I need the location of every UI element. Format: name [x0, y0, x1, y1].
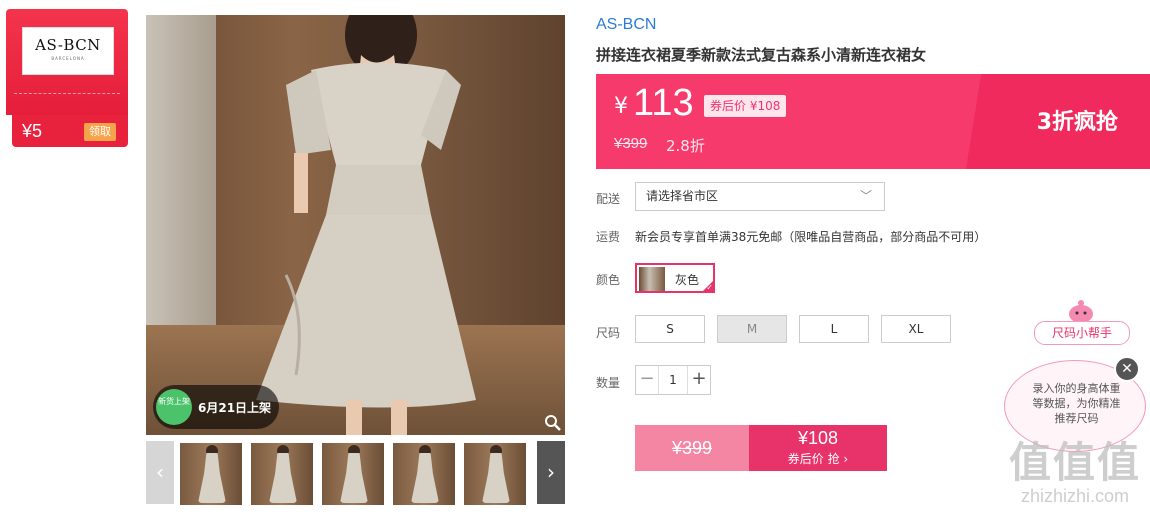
main-product-image[interactable]: 新货上架 6月21日上架: [146, 15, 565, 435]
coupon-amount: ¥5: [22, 121, 43, 141]
color-label: 颜色: [596, 273, 621, 287]
size-option-m[interactable]: M: [717, 315, 787, 343]
new-arrival-badge: 新货上架 6月21日上架: [153, 385, 279, 429]
quantity-increase-button[interactable]: +: [687, 366, 710, 394]
watermark-url: zhizhizhi.com: [1020, 486, 1130, 506]
color-option-label: 灰色: [675, 273, 700, 287]
coupon-card[interactable]: AS-BCN BARCELONA ¥5 领取: [6, 9, 128, 147]
site-watermark: 值值值 zhizhizhi.com: [1000, 440, 1150, 525]
coupon-divider: [14, 93, 120, 94]
mascot-icon: [1069, 300, 1093, 323]
discount-rate: 2.8折: [666, 137, 705, 155]
quantity-label: 数量: [596, 376, 621, 390]
buy-original-price: ¥399: [635, 425, 749, 471]
checkmark-icon: ✓: [706, 283, 713, 292]
close-icon[interactable]: ✕: [1114, 356, 1140, 382]
coupon-claim-button[interactable]: 领取: [84, 123, 116, 141]
thumbnail-item[interactable]: [322, 443, 384, 505]
color-option-gray[interactable]: 灰色 ✓: [635, 263, 715, 293]
buy-coupon-price[interactable]: ¥108 券后价 抢 ›: [749, 425, 887, 471]
shipping-label: 运费: [596, 230, 621, 244]
size-option-l[interactable]: L: [799, 315, 869, 343]
coupon-header: AS-BCN BARCELONA: [6, 9, 128, 115]
shipping-info: 新会员专享首单满38元免邮（限唯品自营商品，部分商品不可用）: [635, 230, 987, 244]
brand-logo-subtext: BARCELONA: [51, 56, 85, 61]
color-swatch-image: [639, 267, 665, 291]
chevron-down-icon: ﹀: [859, 189, 872, 203]
thumbnail-dress: [198, 453, 226, 503]
thumbnail-item[interactable]: [464, 443, 526, 505]
thumbnail-dress: [269, 453, 297, 503]
quantity-stepper: − 1 +: [635, 365, 711, 395]
arrival-date: 6月21日上架: [198, 401, 272, 415]
delivery-select-value: 请选择省市区: [646, 189, 719, 203]
thumbnail-prev-button[interactable]: ‹: [146, 441, 174, 504]
delivery-region-select[interactable]: 请选择省市区 ﹀: [635, 182, 885, 211]
thumbnail-dress: [340, 453, 368, 503]
thumbnail-dress: [411, 453, 439, 503]
model-dress-illustration: [256, 15, 476, 435]
size-option-xl[interactable]: XL: [881, 315, 951, 343]
currency-symbol: ¥: [614, 94, 628, 119]
buy-button[interactable]: ¥399 ¥108 券后价 抢 ›: [635, 425, 887, 471]
brand-logo-text: AS-BCN: [35, 36, 101, 54]
after-coupon-price-tag: 券后价 ¥108: [704, 95, 787, 117]
thumbnail-item[interactable]: [180, 443, 242, 505]
product-title: 拼接连衣裙夏季新款法式复古森系小清新连衣裙女: [596, 46, 927, 64]
size-option-s[interactable]: S: [635, 315, 705, 343]
thumbnail-next-button[interactable]: ›: [537, 441, 565, 504]
brand-link[interactable]: AS-BCN: [596, 16, 656, 34]
thumbnail-dress: [482, 453, 510, 503]
zoom-icon[interactable]: [544, 414, 562, 432]
size-label: 尺码: [596, 326, 621, 340]
size-helper-button[interactable]: 尺码小帮手: [1034, 321, 1130, 345]
size-helper-text: 录入你的身高体重等数据，为你精准推荐尺码: [1032, 382, 1121, 425]
promo-label: 3折疯抢: [1036, 110, 1118, 135]
watermark-logo: 值值值: [1008, 438, 1141, 487]
original-price: ¥399: [614, 135, 648, 152]
brand-logo: AS-BCN BARCELONA: [22, 27, 114, 75]
buy-cta-label: 券后价 抢 ›: [787, 452, 849, 466]
buy-price: ¥108: [797, 428, 839, 448]
new-arrival-icon: 新货上架: [156, 389, 192, 425]
quantity-decrease-button[interactable]: −: [636, 366, 659, 394]
price-panel: ¥ 113 券后价 ¥108 ¥399 2.8折 3折疯抢: [596, 74, 1150, 169]
thumbnail-item[interactable]: [393, 443, 455, 505]
delivery-label: 配送: [596, 192, 621, 206]
thumbnail-item[interactable]: [251, 443, 313, 505]
coupon-footer: ¥5 领取: [12, 115, 128, 147]
current-price: 113: [633, 82, 694, 124]
quantity-value[interactable]: 1: [658, 366, 688, 394]
